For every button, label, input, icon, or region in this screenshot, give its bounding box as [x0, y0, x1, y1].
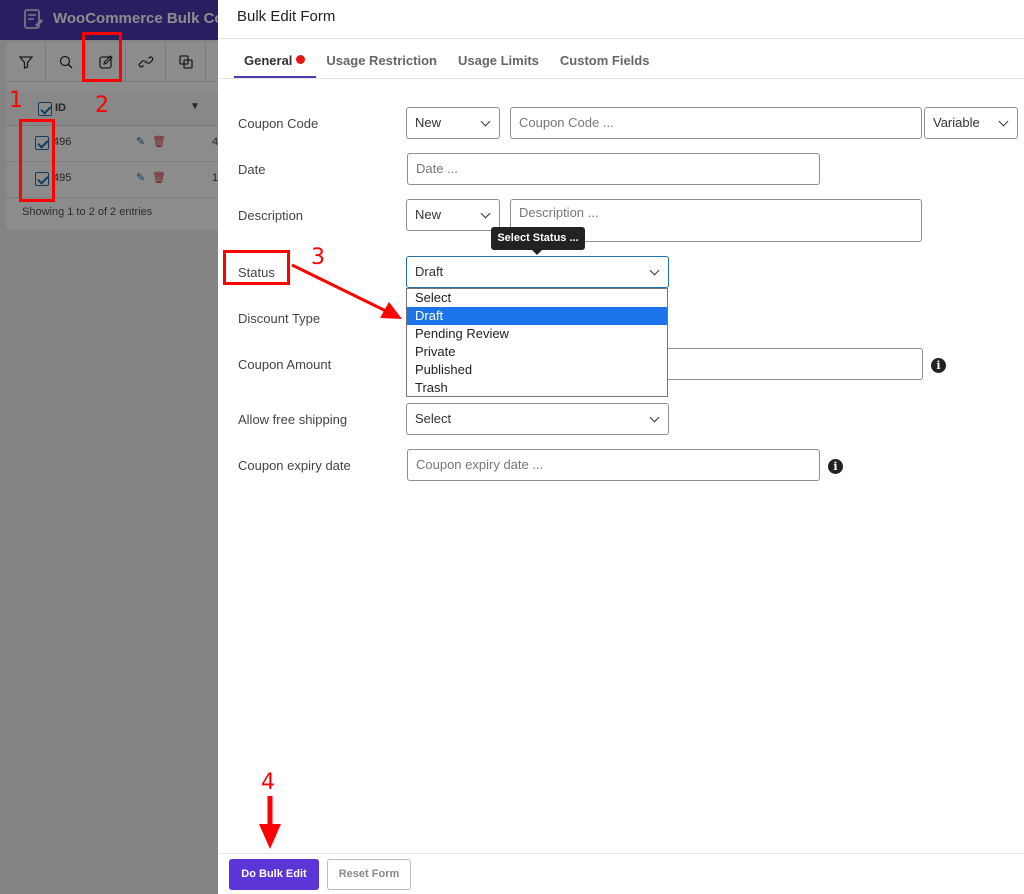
coupon-code-input[interactable]: Coupon Code ...	[510, 107, 922, 139]
annotation-box-checkboxes	[19, 119, 55, 202]
reset-form-button[interactable]: Reset Form	[327, 859, 411, 890]
status-tooltip: Select Status ...	[491, 227, 585, 255]
description-label: Description	[238, 208, 304, 223]
divider	[218, 38, 1024, 39]
coupon-code-label: Coupon Code	[238, 116, 319, 131]
status-option[interactable]: Select	[407, 289, 667, 307]
status-option[interactable]: Private	[407, 343, 667, 361]
date-input[interactable]: Date ...	[407, 153, 820, 185]
modal-title: Bulk Edit Form	[237, 8, 336, 25]
annotation-box-status	[223, 250, 290, 285]
annotation-box-edit	[82, 32, 122, 82]
date-label: Date	[238, 162, 266, 177]
annotation-number: 3	[311, 245, 325, 270]
info-icon[interactable]: i	[931, 358, 946, 373]
discount-type-label: Discount Type	[238, 311, 321, 326]
status-option[interactable]: Trash	[407, 379, 667, 397]
expiry-date-label: Coupon expiry date	[238, 458, 351, 473]
tab-usage-restriction[interactable]: Usage Restriction	[316, 44, 448, 78]
divider	[218, 78, 1024, 79]
bulk-edit-modal: Bulk Edit Form General Usage Restriction…	[218, 0, 1024, 894]
changed-dot-icon	[296, 55, 306, 64]
coupon-amount-input[interactable]	[666, 348, 923, 380]
annotation-number: 4	[261, 770, 275, 795]
tab-label: General	[244, 53, 293, 68]
divider	[218, 853, 1024, 854]
coupon-amount-label: Coupon Amount	[238, 357, 332, 372]
status-select[interactable]: Draft	[406, 256, 669, 288]
description-mode-select[interactable]: New	[406, 199, 500, 231]
status-option[interactable]: Published	[407, 361, 667, 379]
tab-bar: General Usage Restriction Usage Limits C…	[234, 44, 660, 78]
status-option[interactable]: Pending Review	[407, 325, 667, 343]
free-shipping-select[interactable]: Select	[406, 403, 669, 435]
tab-usage-limits[interactable]: Usage Limits	[448, 44, 550, 78]
annotation-number: 2	[95, 93, 109, 118]
free-shipping-label: Allow free shipping	[238, 412, 348, 427]
coupon-code-variable-select[interactable]: Variable	[924, 107, 1018, 139]
info-icon[interactable]: i	[828, 459, 843, 474]
coupon-code-mode-select[interactable]: New	[406, 107, 500, 139]
annotation-number: 1	[9, 88, 23, 113]
do-bulk-edit-button[interactable]: Do Bulk Edit	[229, 859, 319, 890]
tab-general[interactable]: General	[234, 44, 317, 78]
expiry-date-input[interactable]: Coupon expiry date ...	[407, 449, 820, 481]
status-dropdown-list: Select Draft Pending Review Private Publishe…	[406, 288, 668, 397]
tab-custom-fields[interactable]: Custom Fields	[550, 44, 661, 78]
status-option[interactable]: Draft	[407, 307, 667, 325]
